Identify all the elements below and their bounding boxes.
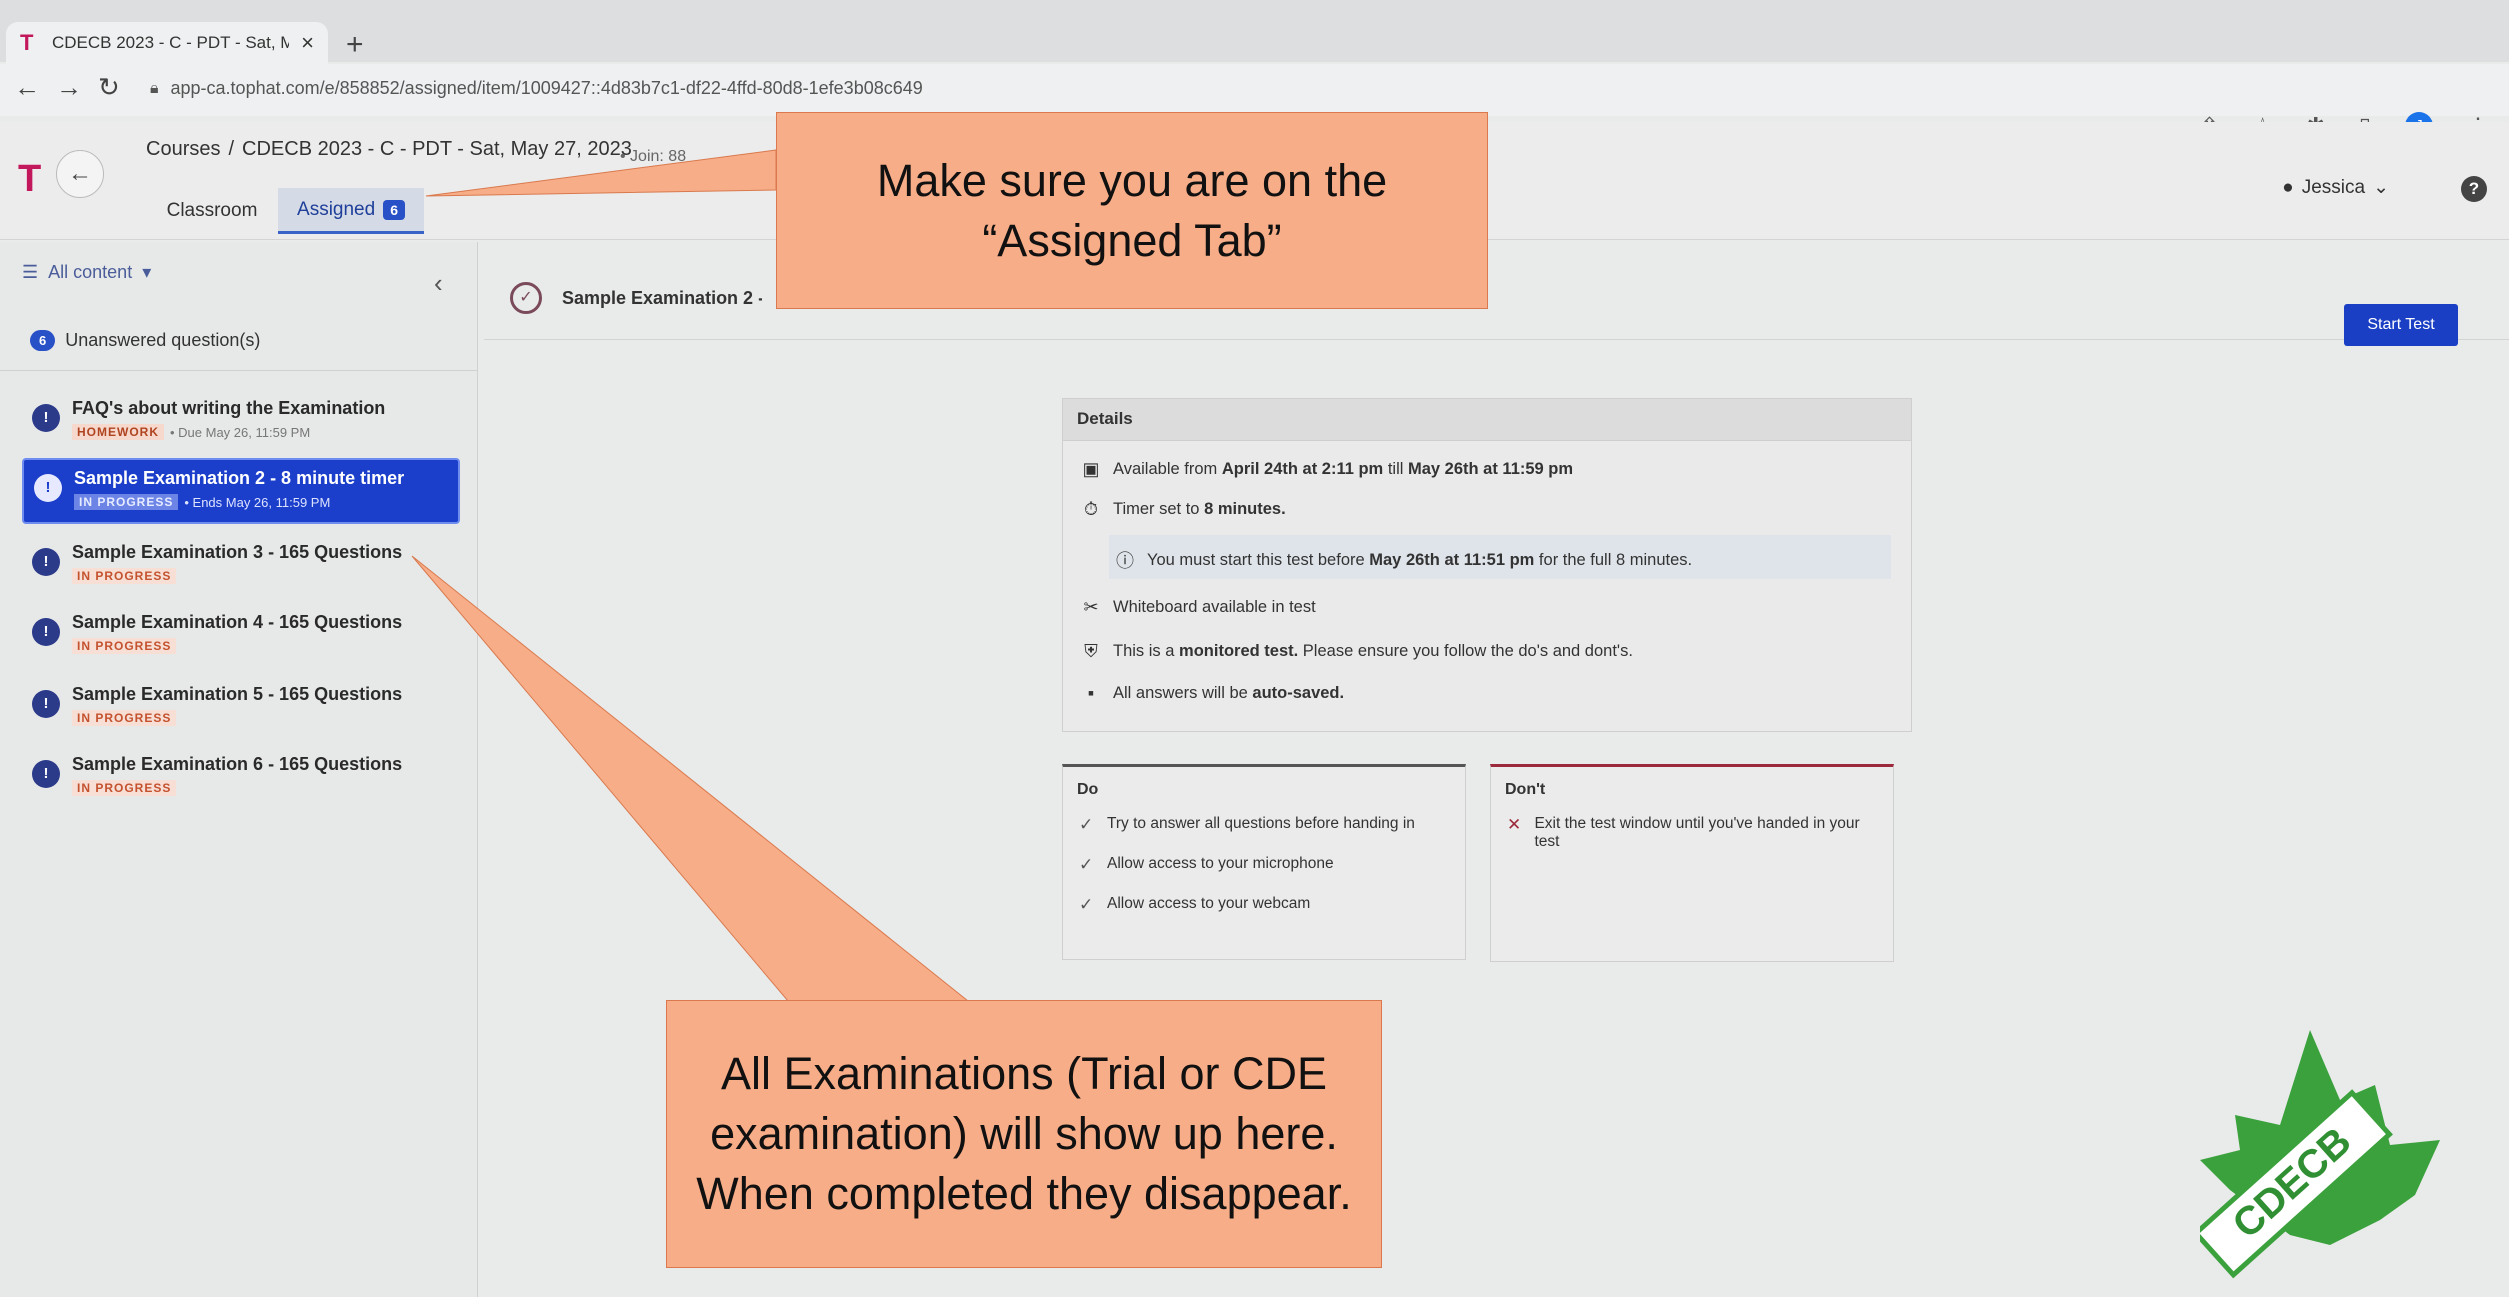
callout-text: All Examinations (Trial or CDE [721, 1048, 1327, 1100]
callout-text: “Assigned Tab” [982, 214, 1282, 266]
callout-text: Make sure you are on the [876, 154, 1388, 206]
screen: T CDECB 2023 - C - PDT - Sat, May × + ⌄ … [0, 0, 2509, 1297]
callout-text: When completed they disappear. [696, 1167, 1352, 1219]
callout-text: examination) will show up here. [710, 1108, 1338, 1160]
examinations-callout: All Examinations (Trial or CDE examinati… [666, 1000, 1382, 1268]
top-callout-pointer [425, 149, 777, 197]
assigned-tab-callout: Make sure you are on the “Assigned Tab” [776, 112, 1488, 309]
cdecb-logo: CDECB [2200, 1030, 2440, 1279]
bottom-callout-pointer [411, 555, 970, 1002]
